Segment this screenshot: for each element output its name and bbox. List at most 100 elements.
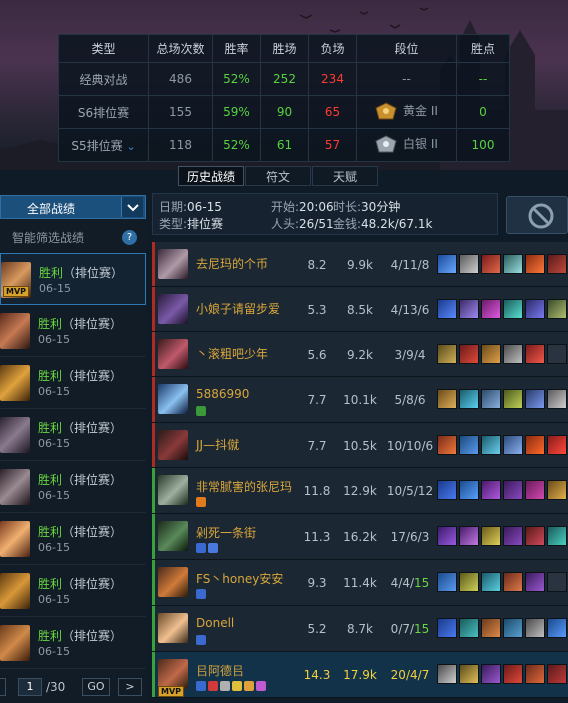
item-icon[interactable] bbox=[481, 299, 501, 319]
item-icon[interactable] bbox=[481, 389, 501, 409]
item-icon[interactable] bbox=[437, 664, 457, 684]
item-icon[interactable] bbox=[437, 389, 457, 409]
item-icon[interactable] bbox=[525, 435, 545, 455]
item-icon[interactable] bbox=[547, 526, 567, 546]
player-name[interactable]: 㠯阿德㠯 bbox=[196, 662, 244, 679]
item-icon[interactable] bbox=[547, 389, 567, 409]
item-icon[interactable] bbox=[459, 664, 479, 684]
item-icon[interactable] bbox=[547, 618, 567, 638]
player-name[interactable]: 小娘子请留步爱 bbox=[196, 300, 280, 317]
item-icon[interactable] bbox=[459, 618, 479, 638]
item-icon[interactable] bbox=[503, 572, 523, 592]
item-icon[interactable] bbox=[503, 480, 523, 500]
item-icon[interactable] bbox=[481, 480, 501, 500]
player-name[interactable]: FS丶honey安安 bbox=[196, 570, 283, 587]
list-item[interactable]: 胜利（排位赛） 06-15 bbox=[0, 461, 146, 513]
list-item[interactable]: MVP 胜利（排位赛） 06-15 bbox=[0, 253, 146, 305]
item-icon[interactable] bbox=[525, 572, 545, 592]
item-icon[interactable] bbox=[525, 664, 545, 684]
item-icon[interactable] bbox=[459, 526, 479, 546]
item-icon[interactable] bbox=[503, 664, 523, 684]
item-icon[interactable] bbox=[459, 344, 479, 364]
item-icon[interactable] bbox=[437, 572, 457, 592]
item-icon[interactable] bbox=[503, 254, 523, 274]
item-icon[interactable] bbox=[459, 480, 479, 500]
item-icon[interactable] bbox=[503, 344, 523, 364]
item-icon[interactable] bbox=[481, 664, 501, 684]
item-icon[interactable] bbox=[481, 344, 501, 364]
table-row[interactable]: 丶滚粗吧少年 5.6 9.2k 3/9/4 bbox=[152, 332, 568, 377]
item-icon[interactable] bbox=[525, 480, 545, 500]
tab-history[interactable]: 历史战绩 bbox=[178, 166, 244, 186]
smart-filter-link[interactable]: 智能筛选战绩 bbox=[12, 229, 84, 246]
chevron-down-icon[interactable]: ⌄ bbox=[126, 140, 135, 153]
item-icon[interactable] bbox=[437, 299, 457, 319]
item-icon[interactable] bbox=[481, 254, 501, 274]
item-icon[interactable] bbox=[437, 618, 457, 638]
all-games-button[interactable]: 全部战绩 bbox=[0, 195, 146, 219]
page-input[interactable]: 1 bbox=[18, 678, 42, 696]
filter-dropdown[interactable] bbox=[121, 197, 143, 217]
item-icon[interactable] bbox=[547, 435, 567, 455]
item-icon[interactable] bbox=[525, 526, 545, 546]
item-icon[interactable] bbox=[525, 299, 545, 319]
item-icon[interactable] bbox=[481, 572, 501, 592]
player-name[interactable]: JJ—抖僦 bbox=[196, 436, 239, 453]
player-name[interactable]: 丶滚粗吧少年 bbox=[196, 345, 268, 362]
player-name[interactable]: 5886990 bbox=[196, 387, 249, 401]
item-icon[interactable] bbox=[525, 389, 545, 409]
item-icon[interactable] bbox=[459, 254, 479, 274]
list-item[interactable]: 胜利（排位赛） 06-15 bbox=[0, 409, 146, 461]
item-icon[interactable] bbox=[459, 572, 479, 592]
tab-talents[interactable]: 天赋 bbox=[312, 166, 378, 186]
item-icon[interactable] bbox=[525, 254, 545, 274]
item-icon[interactable] bbox=[503, 435, 523, 455]
list-item[interactable]: 胜利（排位赛） 06-15 bbox=[0, 565, 146, 617]
player-name[interactable]: 剁死一条街 bbox=[196, 524, 256, 541]
item-icon[interactable] bbox=[547, 480, 567, 500]
player-name[interactable]: 去尼玛的个币 bbox=[196, 255, 268, 272]
stats-type-cell[interactable]: S5排位赛 ⌄ bbox=[58, 128, 149, 162]
item-icon[interactable] bbox=[503, 526, 523, 546]
prev-page-button[interactable] bbox=[0, 678, 6, 696]
list-item[interactable]: 胜利（排位赛） 06-15 bbox=[0, 305, 146, 357]
table-row[interactable]: FS丶honey安安 9.3 11.4k 4/4/15 bbox=[152, 560, 568, 606]
table-row[interactable]: 去尼玛的个币 8.2 9.9k 4/11/8 bbox=[152, 242, 568, 287]
item-icon[interactable] bbox=[525, 618, 545, 638]
item-icon[interactable] bbox=[437, 480, 457, 500]
item-icon[interactable] bbox=[481, 526, 501, 546]
list-item[interactable]: 胜利（排位赛） 06-15 bbox=[0, 357, 146, 409]
item-icon[interactable] bbox=[437, 435, 457, 455]
help-icon[interactable]: ? bbox=[122, 230, 137, 245]
table-row[interactable]: 剁死一条街 11.3 16.2k 17/6/3 bbox=[152, 514, 568, 560]
list-item[interactable]: 胜利（排位赛） 06-15 bbox=[0, 617, 146, 669]
no-entry-button[interactable] bbox=[506, 196, 568, 234]
go-button[interactable]: GO bbox=[82, 678, 110, 696]
item-icon[interactable] bbox=[547, 299, 567, 319]
player-name[interactable]: 非常腻害的张尼玛 bbox=[196, 478, 292, 495]
item-icon[interactable] bbox=[503, 618, 523, 638]
table-row[interactable]: Donell 5.2 8.7k 0/7/15 bbox=[152, 606, 568, 652]
next-page-button[interactable]: > bbox=[118, 678, 142, 696]
table-row[interactable]: 5886990 7.7 10.1k 5/8/6 bbox=[152, 377, 568, 423]
item-icon[interactable] bbox=[503, 299, 523, 319]
item-icon[interactable] bbox=[437, 254, 457, 274]
table-row[interactable]: 小娘子请留步爱 5.3 8.5k 4/13/6 bbox=[152, 287, 568, 332]
item-icon[interactable] bbox=[547, 664, 567, 684]
item-icon[interactable] bbox=[459, 435, 479, 455]
item-icon[interactable] bbox=[437, 344, 457, 364]
tab-runes[interactable]: 符文 bbox=[245, 166, 311, 186]
list-item[interactable]: 胜利（排位赛） 06-15 bbox=[0, 513, 146, 565]
item-icon[interactable] bbox=[503, 389, 523, 409]
item-icon[interactable] bbox=[481, 435, 501, 455]
table-row[interactable]: JJ—抖僦 7.7 10.5k 10/10/6 bbox=[152, 423, 568, 468]
table-row[interactable]: 非常腻害的张尼玛 11.8 12.9k 10/5/12 bbox=[152, 468, 568, 514]
table-row-self[interactable]: MVP 㠯阿德㠯 14.3 17.9k 20/4/7 bbox=[152, 652, 568, 698]
item-icon[interactable] bbox=[525, 344, 545, 364]
item-icon[interactable] bbox=[547, 254, 567, 274]
item-icon[interactable] bbox=[437, 526, 457, 546]
item-icon[interactable] bbox=[459, 389, 479, 409]
item-icon[interactable] bbox=[481, 618, 501, 638]
player-name[interactable]: Donell bbox=[196, 616, 234, 630]
item-icon[interactable] bbox=[459, 299, 479, 319]
